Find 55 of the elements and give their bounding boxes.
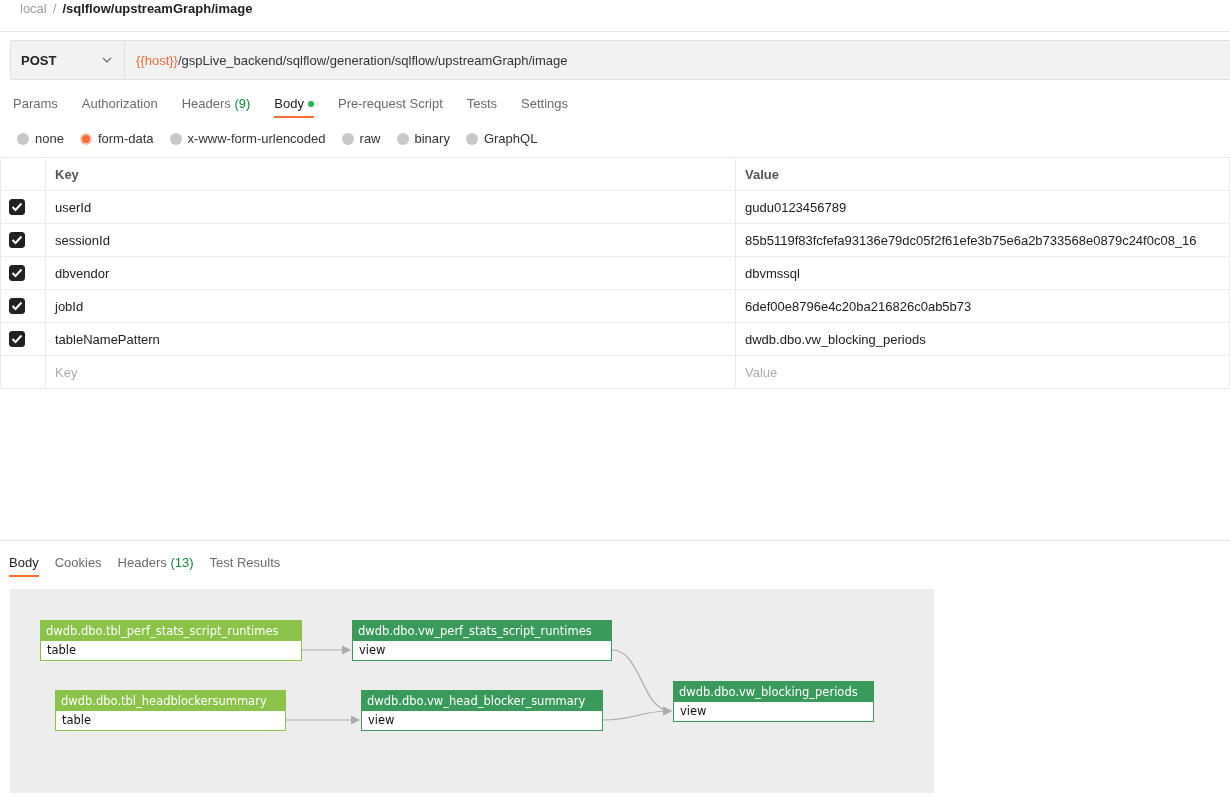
node-type: table: [61, 712, 93, 729]
node-type: view: [358, 642, 387, 659]
key-field[interactable]: jobId: [55, 298, 84, 314]
node-title: dwdb.dbo.vw_perf_stats_script_runtimes: [353, 621, 611, 641]
breadcrumb-separator: /: [52, 1, 57, 16]
key-field[interactable]: dbvendor: [55, 265, 110, 281]
checkbox[interactable]: [9, 331, 25, 347]
request-name: /sqlflow/upstreamGraph/image: [62, 1, 253, 16]
response-tab[interactable]: Body: [9, 549, 39, 577]
checkbox[interactable]: [9, 298, 25, 314]
edge-arrow: [301, 645, 352, 655]
request-tab[interactable]: Tests: [466, 90, 498, 118]
value-input[interactable]: Value: [745, 364, 945, 380]
key-field[interactable]: sessionId: [55, 232, 110, 248]
request-tab[interactable]: Authorization: [81, 90, 158, 118]
node-type: view: [367, 712, 396, 729]
value-field[interactable]: gudu0123456789: [745, 199, 847, 215]
response-tab[interactable]: Cookies: [54, 549, 102, 577]
value-field[interactable]: dwdb.dbo.vw_blocking_periods: [745, 331, 926, 347]
graph-node[interactable]: dwdb.dbo.vw_blocking_periods view: [673, 681, 874, 722]
checkbox[interactable]: [9, 265, 25, 281]
key-input[interactable]: Key: [55, 364, 255, 380]
request-tab[interactable]: Settings: [521, 90, 569, 118]
node-type: table: [46, 642, 78, 659]
checkbox[interactable]: [9, 199, 25, 215]
body-type-radio[interactable]: none: [17, 131, 64, 146]
response-tab[interactable]: Test Results: [209, 549, 281, 577]
node-title: dwdb.dbo.vw_head_blocker_summary: [362, 691, 602, 711]
method-dropdown[interactable]: POST: [11, 41, 125, 79]
graph-node[interactable]: dwdb.dbo.tbl_headblockersummary table: [55, 690, 286, 731]
node-title: dwdb.dbo.vw_blocking_periods: [674, 682, 873, 702]
value-field[interactable]: dbvmssql: [745, 265, 800, 281]
key-field[interactable]: tableNamePattern: [55, 331, 160, 347]
checkbox[interactable]: [9, 232, 25, 248]
body-type-radio[interactable]: x-www-form-urlencoded: [169, 131, 326, 146]
request-tab[interactable]: Pre-request Script: [338, 90, 443, 118]
body-type-radio[interactable]: form-data: [79, 131, 154, 146]
key-field[interactable]: userId: [55, 199, 92, 215]
request-tab[interactable]: Headers (9): [181, 90, 251, 118]
graph-node[interactable]: dwdb.dbo.vw_head_blocker_summary view: [361, 690, 603, 731]
node-title: dwdb.dbo.tbl_headblockersummary: [56, 691, 285, 711]
request-tab[interactable]: Body: [274, 90, 314, 118]
chevron-down-icon: [102, 57, 112, 63]
column-header: Value: [745, 166, 779, 182]
url-field[interactable]: {{host}}/gspLive_backend/sqlflow/generation/sqlflow/upstreamGraph/image: [125, 41, 568, 79]
column-header: Key: [55, 166, 79, 182]
graph-node[interactable]: dwdb.dbo.tbl_perf_stats_script_runtimes table: [40, 620, 302, 661]
body-type-radio[interactable]: GraphQL: [465, 131, 538, 146]
node-type: view: [679, 703, 708, 720]
graph-node[interactable]: dwdb.dbo.vw_perf_stats_script_runtimes view: [352, 620, 612, 661]
request-tab[interactable]: Params: [13, 90, 58, 118]
body-type-radio[interactable]: binary: [396, 131, 450, 146]
response-tab[interactable]: Headers (13): [117, 549, 194, 577]
body-type-radio[interactable]: raw: [341, 131, 381, 146]
node-title: dwdb.dbo.tbl_perf_stats_script_runtimes: [41, 621, 301, 641]
